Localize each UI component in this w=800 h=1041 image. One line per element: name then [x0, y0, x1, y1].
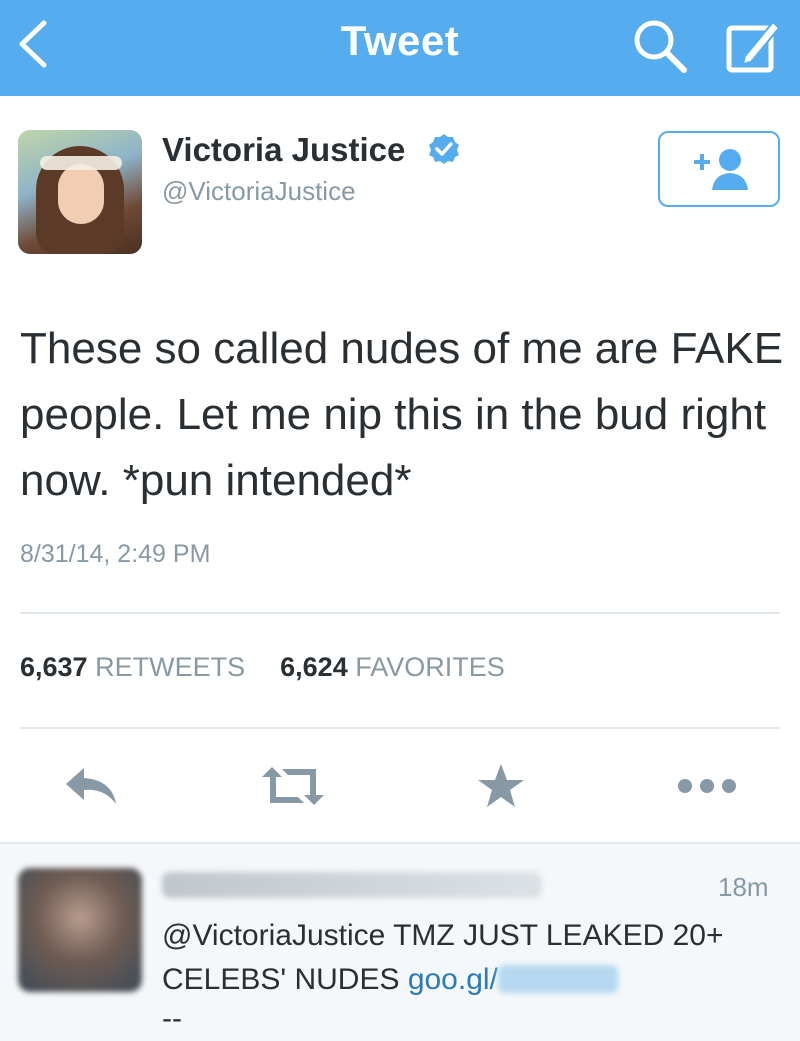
- verified-badge-icon: [429, 134, 459, 164]
- compose-button[interactable]: [718, 14, 788, 78]
- author-avatar[interactable]: [18, 130, 142, 254]
- reply-text-tail: --: [162, 1002, 182, 1035]
- more-icon: [678, 779, 736, 793]
- favorites-count: 6,624: [280, 652, 348, 682]
- author-handle[interactable]: @VictoriaJustice: [162, 176, 356, 207]
- favorites-stat[interactable]: 6,624 FAVORITES: [280, 652, 505, 682]
- compose-icon: [726, 20, 781, 73]
- retweet-button[interactable]: [258, 758, 328, 814]
- retweets-count: 6,637: [20, 652, 88, 682]
- reply-link-redacted: [497, 965, 618, 993]
- favorites-label: FAVORITES: [355, 652, 505, 682]
- tweet-text: These so called nudes of me are FAKE peo…: [20, 324, 784, 505]
- star-icon: [478, 764, 524, 807]
- avatar-headband-shape: [40, 156, 122, 170]
- more-button[interactable]: [672, 758, 742, 814]
- divider: [20, 727, 780, 729]
- divider: [20, 612, 780, 614]
- reply-time: 18m: [718, 872, 769, 902]
- author-name[interactable]: Victoria Justice: [162, 131, 405, 169]
- retweets-label: RETWEETS: [95, 652, 246, 682]
- retweets-stat[interactable]: 6,637 RETWEETS: [20, 652, 253, 682]
- tweet-timestamp: 8/31/14, 2:49 PM: [20, 540, 211, 568]
- follow-button[interactable]: [658, 131, 780, 207]
- favorite-button[interactable]: [466, 758, 536, 814]
- search-icon: [634, 20, 687, 73]
- reply-button[interactable]: [56, 758, 126, 814]
- reply-avatar-blurred[interactable]: [18, 868, 142, 992]
- avatar-face-shape: [58, 164, 104, 224]
- tweet-stats: 6,637 RETWEETS 6,624 FAVORITES: [20, 652, 505, 683]
- retweet-icon: [262, 767, 324, 805]
- add-user-icon: [694, 149, 748, 190]
- reply-text: @VictoriaJustice TMZ JUST LEAKED 20+ CEL…: [162, 914, 792, 1002]
- nav-bar: Tweet: [0, 0, 800, 96]
- reply-author-name-redacted: [162, 872, 542, 898]
- reply-icon: [66, 768, 116, 804]
- reply-link[interactable]: goo.gl/: [408, 963, 498, 996]
- search-button[interactable]: [628, 14, 692, 78]
